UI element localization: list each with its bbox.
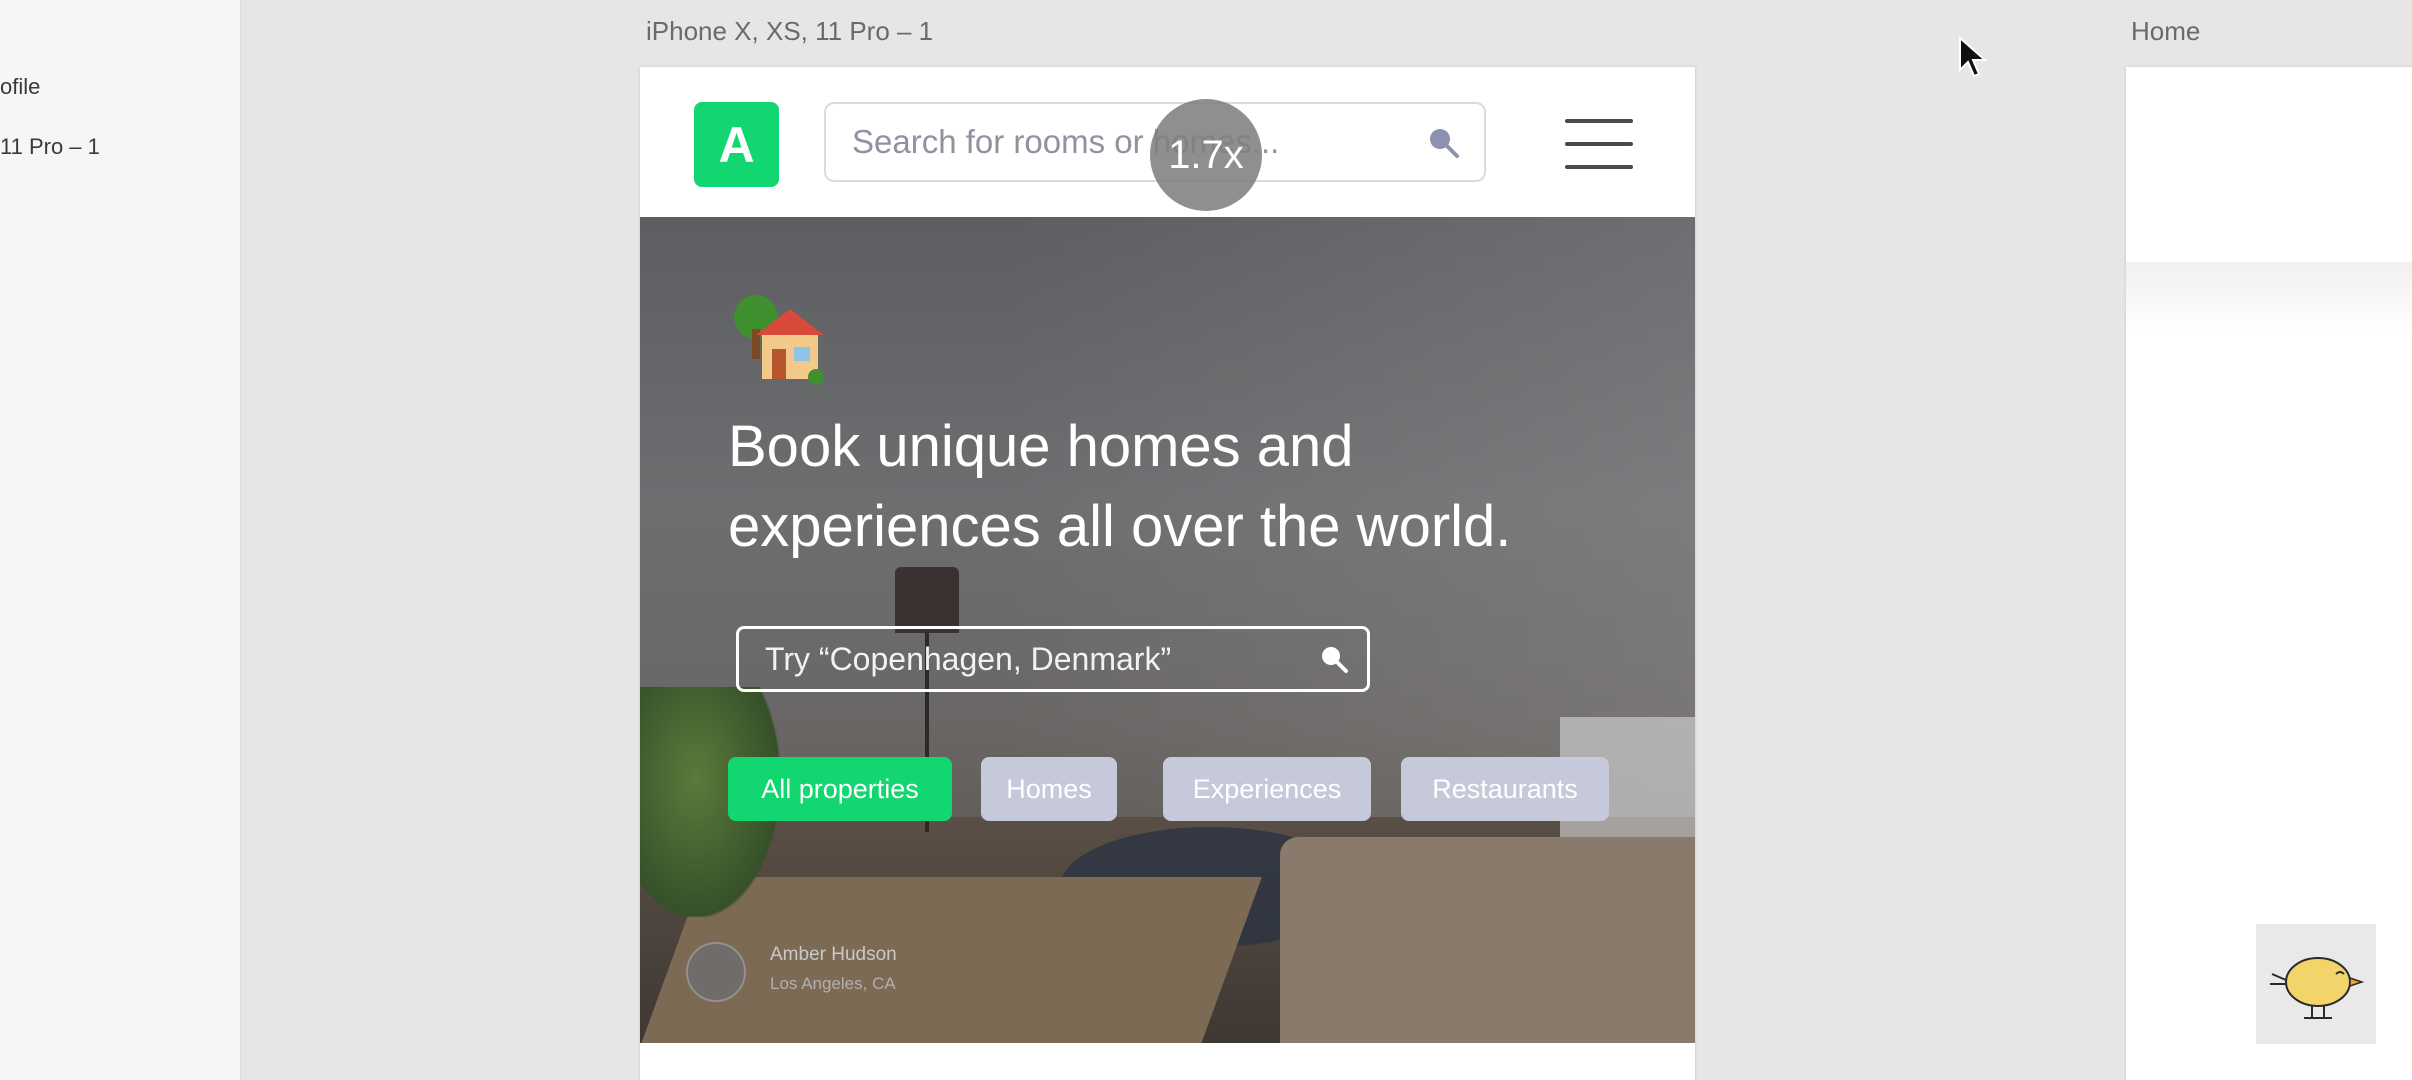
artboard-label-home[interactable]: Home xyxy=(2131,16,2200,47)
search-icon[interactable] xyxy=(1319,644,1349,674)
logo[interactable]: A xyxy=(694,102,779,187)
chip-restaurants[interactable]: Restaurants xyxy=(1401,757,1609,821)
photo-credit-location: Los Angeles, CA xyxy=(770,974,896,993)
house-emoji-icon xyxy=(734,295,824,385)
hamburger-menu-icon[interactable] xyxy=(1565,119,1633,169)
layer-item-profile[interactable]: ofile xyxy=(0,74,40,100)
search-icon[interactable] xyxy=(1426,125,1460,159)
avatar xyxy=(686,942,746,1002)
cursor-icon xyxy=(1959,36,1988,78)
layers-panel: ofile 11 Pro – 1 xyxy=(0,0,241,1080)
artboard-label-main[interactable]: iPhone X, XS, 11 Pro – 1 xyxy=(646,16,933,47)
layer-item-artboard[interactable]: 11 Pro – 1 xyxy=(0,134,100,160)
photo-credit-name: Amber Hudson xyxy=(770,944,897,965)
zoom-indicator: 1.7x xyxy=(1150,99,1262,211)
chip-experiences[interactable]: Experiences xyxy=(1163,757,1371,821)
chip-all-properties[interactable]: All properties xyxy=(728,757,952,821)
bird-icon xyxy=(2256,924,2376,1044)
destination-search-placeholder: Try “Copenhagen, Denmark” xyxy=(765,640,1172,677)
search-placeholder: Search for rooms or homes... xyxy=(852,123,1280,160)
hero-title: Book unique homes and experiences all ov… xyxy=(728,414,1512,559)
chip-homes[interactable]: Homes xyxy=(981,757,1117,821)
destination-search-input[interactable]: Try “Copenhagen, Denmark” xyxy=(736,626,1370,692)
artboard-main: A Search for rooms or homes... Book uniq… xyxy=(640,67,1695,1080)
hero-section: Book unique homes and experiences all ov… xyxy=(640,217,1695,1043)
